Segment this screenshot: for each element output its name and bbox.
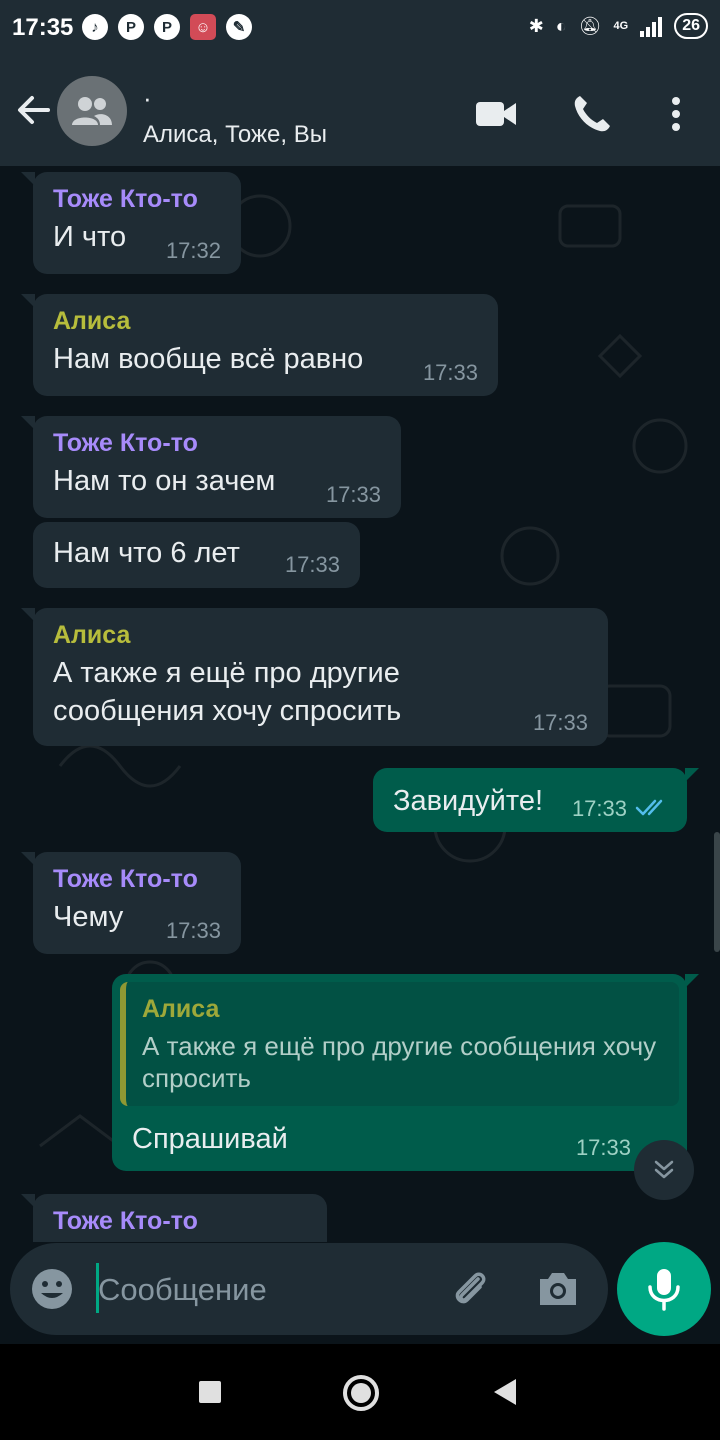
recent-apps-button[interactable]	[199, 1381, 221, 1403]
pinterest-icon: P	[154, 14, 180, 40]
message-time: 17:33	[284, 552, 340, 577]
signal-icon	[640, 15, 663, 37]
scrollbar[interactable]	[714, 832, 720, 952]
status-time: 17:35	[12, 14, 74, 41]
quoted-message[interactable]: Алиса А также я ещё про другие сообщения…	[120, 982, 679, 1106]
game-icon: ☺	[190, 14, 216, 40]
message-time: 17:33	[571, 796, 627, 821]
message-time: 17:33	[165, 918, 221, 943]
group-icon	[72, 97, 112, 125]
message-bubble[interactable]: Тоже Кто-то Чему 17:33	[21, 852, 241, 954]
message-time: 17:33	[422, 360, 478, 385]
status-bar: 17:35 ♪ P P ☺ ✎ ✱ ◐ 🔕︎ 4G 26	[0, 0, 720, 56]
message-bubble[interactable]: Нам что 6 лет 17:33	[33, 522, 360, 588]
pinterest-icon: P	[118, 14, 144, 40]
message-sender[interactable]: Тоже Кто-то	[53, 428, 381, 458]
message-sender[interactable]: Тоже Кто-то	[53, 864, 221, 894]
attach-icon[interactable]	[446, 1265, 494, 1313]
message-composer	[10, 1243, 608, 1335]
message-bubble[interactable]: Тоже Кто-то	[21, 1194, 327, 1242]
scroll-to-bottom-button[interactable]	[634, 1140, 694, 1200]
message-time: 17:33	[532, 710, 588, 735]
voice-call-icon[interactable]	[570, 92, 614, 136]
message-time: 17:33	[575, 1135, 631, 1160]
mute-icon: 🔕︎	[578, 15, 602, 36]
message-bubble-outgoing[interactable]: Завидуйте! 17:33	[373, 768, 699, 832]
system-nav-bar	[0, 1344, 720, 1440]
microphone-icon	[648, 1269, 680, 1311]
back-arrow-icon[interactable]	[14, 90, 54, 130]
video-call-icon[interactable]	[474, 92, 518, 136]
message-bubble[interactable]: Тоже Кто-то Нам то он зачем 17:33	[21, 416, 401, 518]
message-bubble-outgoing[interactable]: Алиса А также я ещё про другие сообщения…	[112, 974, 699, 1171]
message-input[interactable]	[96, 1261, 430, 1319]
bluetooth-icon: ✱	[528, 15, 544, 36]
message-text: А также я ещё про другие сообщения хочу …	[53, 657, 402, 727]
quoted-text: А также я ещё про другие сообщения хочу …	[142, 1031, 657, 1093]
chat-title[interactable]: ·	[143, 83, 152, 114]
chat-header: · Алиса, Тоже, Вы	[0, 56, 720, 166]
message-sender[interactable]: Тоже Кто-то	[53, 1206, 307, 1236]
message-bubble[interactable]: Алиса Нам вообще всё равно 17:33	[21, 294, 498, 396]
broom-icon: ✎	[226, 14, 252, 40]
voice-message-button[interactable]	[617, 1242, 711, 1336]
quoted-sender: Алиса	[142, 995, 220, 1023]
message-time: 17:32	[165, 238, 221, 263]
message-sender[interactable]: Алиса	[53, 306, 478, 336]
message-bubble[interactable]: Алиса А также я ещё про другие сообщения…	[21, 608, 608, 746]
message-text: Нам вообще всё равно	[53, 343, 364, 375]
message-sender[interactable]: Алиса	[53, 620, 588, 650]
toggle-icon: ◐	[555, 15, 567, 36]
chat-participants[interactable]: Алиса, Тоже, Вы	[143, 121, 327, 149]
emoji-icon[interactable]	[30, 1267, 74, 1311]
system-icons: ✱ ◐ 🔕︎ 4G 26	[529, 13, 708, 39]
notification-icons: ♪ P P ☺ ✎	[82, 14, 252, 40]
read-ticks-icon	[635, 799, 663, 816]
back-button[interactable]	[494, 1379, 516, 1405]
double-chevron-down-icon	[654, 1160, 674, 1179]
more-options-icon[interactable]	[654, 92, 698, 136]
battery-level: 26	[682, 17, 700, 34]
battery-icon: 26	[674, 13, 708, 39]
message-time: 17:33	[325, 482, 381, 507]
tiktok-icon: ♪	[82, 14, 108, 40]
home-button[interactable]	[343, 1375, 379, 1411]
camera-icon[interactable]	[534, 1265, 582, 1313]
group-avatar[interactable]	[57, 76, 127, 146]
message-bubble[interactable]: Тоже Кто-то И что 17:32	[21, 172, 241, 274]
message-list[interactable]: Тоже Кто-то И что 17:32 Алиса Нам вообще…	[0, 166, 720, 1242]
network-type: 4G	[613, 20, 629, 32]
message-sender[interactable]: Тоже Кто-то	[53, 184, 221, 214]
